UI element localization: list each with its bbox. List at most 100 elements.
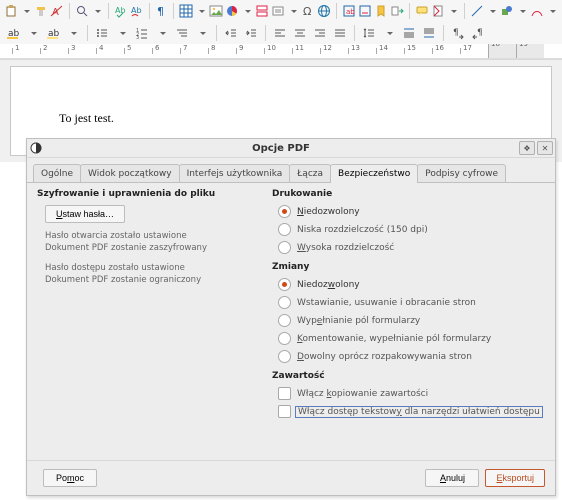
bullets-icon[interactable] bbox=[93, 24, 111, 42]
indent-inc-icon[interactable] bbox=[242, 24, 260, 42]
comment-icon[interactable] bbox=[415, 2, 429, 20]
align-left-icon[interactable] bbox=[271, 24, 289, 42]
draw-icon[interactable] bbox=[530, 2, 544, 20]
maximize-button[interactable]: ❖ bbox=[519, 141, 535, 155]
tab-signatures[interactable]: Podpisy cyfrowe bbox=[417, 164, 506, 182]
tab-user-interface[interactable]: Interfejs użytkownika bbox=[179, 164, 291, 182]
rtl-icon[interactable]: ¶ bbox=[469, 24, 487, 42]
para-below-icon[interactable] bbox=[420, 24, 438, 42]
clone-format-icon[interactable] bbox=[34, 2, 48, 20]
align-right-icon[interactable] bbox=[311, 24, 329, 42]
document-text: To jest test. bbox=[59, 111, 114, 125]
tab-general[interactable]: Ogólne bbox=[33, 164, 81, 182]
close-button[interactable]: ✕ bbox=[537, 141, 553, 155]
special-icon[interactable]: Ω bbox=[301, 2, 315, 20]
numbering-icon[interactable]: 123 bbox=[133, 24, 151, 42]
radio-icon bbox=[278, 350, 291, 363]
ruler: 12345678910111213141516171819 bbox=[0, 44, 562, 59]
bullets-dropdown[interactable] bbox=[113, 24, 131, 42]
align-justify-icon[interactable] bbox=[331, 24, 349, 42]
export-button[interactable]: Eksportuj bbox=[485, 469, 545, 487]
xref-icon[interactable] bbox=[390, 2, 404, 20]
print-low-res[interactable]: Niska rozdzielczość (150 dpi) bbox=[278, 223, 545, 236]
bookmark-icon[interactable] bbox=[374, 2, 388, 20]
help-button[interactable]: Pomoc bbox=[43, 469, 97, 487]
field-dropdown[interactable] bbox=[287, 2, 299, 20]
highlight-a-dropdown[interactable] bbox=[24, 24, 42, 42]
set-passwords-button[interactable]: Ustaw hasła… bbox=[45, 205, 125, 223]
opt-label: Wysoka rozdzielczość bbox=[297, 243, 394, 253]
changes-not-allowed[interactable]: Niedozwolony bbox=[278, 278, 545, 291]
track-dropdown[interactable] bbox=[447, 2, 459, 20]
help-label: Pomoc bbox=[56, 473, 84, 483]
print-not-allowed[interactable]: Niedozwolony bbox=[278, 205, 545, 218]
hyperlink-icon[interactable] bbox=[317, 2, 331, 20]
shapes-dropdown[interactable] bbox=[516, 2, 528, 20]
svg-text:¶: ¶ bbox=[453, 28, 459, 38]
highlight-b-icon[interactable]: ab bbox=[44, 24, 62, 42]
tab-security[interactable]: Bezpieczeństwo bbox=[330, 164, 418, 182]
table-icon[interactable] bbox=[179, 2, 193, 20]
find-dropdown[interactable] bbox=[91, 2, 103, 20]
linespacing-dropdown[interactable] bbox=[380, 24, 398, 42]
field-icon[interactable] bbox=[271, 2, 285, 20]
outline-dropdown[interactable] bbox=[193, 24, 211, 42]
outline-icon[interactable] bbox=[173, 24, 191, 42]
radio-icon bbox=[278, 278, 291, 291]
line-icon[interactable] bbox=[470, 2, 484, 20]
changes-fill-forms[interactable]: Wypełnianie pól formularzy bbox=[278, 314, 545, 327]
radio-icon bbox=[278, 314, 291, 327]
svg-text:3: 3 bbox=[136, 35, 139, 40]
set-passwords-label: Ustaw hasła… bbox=[56, 209, 114, 219]
toolbars: A Ab Ab ¶ Ω ab ab bbox=[0, 0, 562, 60]
footnote-icon[interactable]: ab bbox=[342, 2, 356, 20]
ltr-icon[interactable]: ¶ bbox=[449, 24, 467, 42]
opt-label: Włącz dostęp tekstowy dla narzędzi ułatw… bbox=[295, 406, 543, 418]
titlebar[interactable]: Opcje PDF ❖ ✕ bbox=[27, 139, 555, 158]
para-above-icon[interactable] bbox=[400, 24, 418, 42]
linespacing-icon[interactable] bbox=[360, 24, 378, 42]
spellcheck-icon[interactable]: Ab bbox=[114, 2, 128, 20]
endnote-icon[interactable] bbox=[358, 2, 372, 20]
numbering-dropdown[interactable] bbox=[153, 24, 171, 42]
changes-insert-delete-rotate[interactable]: Wstawianie, usuwanie i obracanie stron bbox=[278, 296, 545, 309]
autospell-icon[interactable]: Ab bbox=[130, 2, 144, 20]
chart-icon[interactable] bbox=[225, 2, 239, 20]
clear-format-icon[interactable]: A bbox=[50, 2, 64, 20]
pdf-options-dialog: Opcje PDF ❖ ✕ Ogólne Widok początkowy In… bbox=[26, 138, 556, 496]
chart-dropdown[interactable] bbox=[241, 2, 253, 20]
draw-dropdown[interactable] bbox=[546, 2, 558, 20]
print-high-res[interactable]: Wysoka rozdzielczość bbox=[278, 241, 545, 254]
svg-text:Ω: Ω bbox=[303, 5, 311, 18]
section-printing-title: Drukowanie bbox=[272, 189, 545, 199]
table-dropdown[interactable] bbox=[195, 2, 207, 20]
svg-text:ab: ab bbox=[346, 8, 355, 16]
enable-copy-content[interactable]: Włącz kopiowanie zawartości bbox=[278, 387, 545, 400]
indent-dec-icon[interactable] bbox=[222, 24, 240, 42]
opt-label: Niedozwolony bbox=[297, 207, 360, 217]
opt-label: Wstawianie, usuwanie i obracanie stron bbox=[297, 298, 476, 308]
tab-initial-view[interactable]: Widok początkowy bbox=[80, 164, 180, 182]
highlight-a-icon[interactable]: ab bbox=[4, 24, 22, 42]
status-encrypted: Dokument PDF zostanie zaszyfrowany bbox=[37, 243, 262, 254]
find-icon[interactable] bbox=[75, 2, 89, 20]
opt-label: Dowolny oprócz rozpakowywania stron bbox=[297, 352, 472, 362]
cancel-button[interactable]: Anuluj bbox=[425, 469, 479, 487]
tab-links[interactable]: Łącza bbox=[289, 164, 331, 182]
line-dropdown[interactable] bbox=[486, 2, 498, 20]
image-icon[interactable] bbox=[209, 2, 223, 20]
app-icon bbox=[29, 141, 43, 155]
track-icon[interactable] bbox=[431, 2, 445, 20]
break-icon[interactable] bbox=[255, 2, 269, 20]
paste-icon[interactable] bbox=[4, 2, 18, 20]
highlight-b-dropdown[interactable] bbox=[64, 24, 82, 42]
enable-text-access-accessibility[interactable]: Włącz dostęp tekstowy dla narzędzi ułatw… bbox=[278, 405, 545, 418]
col-permissions: Drukowanie Niedozwolony Niska rozdzielcz… bbox=[272, 189, 545, 460]
export-label: Eksportuj bbox=[496, 473, 534, 483]
changes-any-except-extract[interactable]: Dowolny oprócz rozpakowywania stron bbox=[278, 350, 545, 363]
changes-comment-fill[interactable]: Komentowanie, wypełnianie pól formularzy bbox=[278, 332, 545, 345]
paste-dropdown[interactable] bbox=[20, 2, 32, 20]
shapes-icon[interactable] bbox=[500, 2, 514, 20]
nonprint-icon[interactable]: ¶ bbox=[154, 2, 168, 20]
align-center-icon[interactable] bbox=[291, 24, 309, 42]
